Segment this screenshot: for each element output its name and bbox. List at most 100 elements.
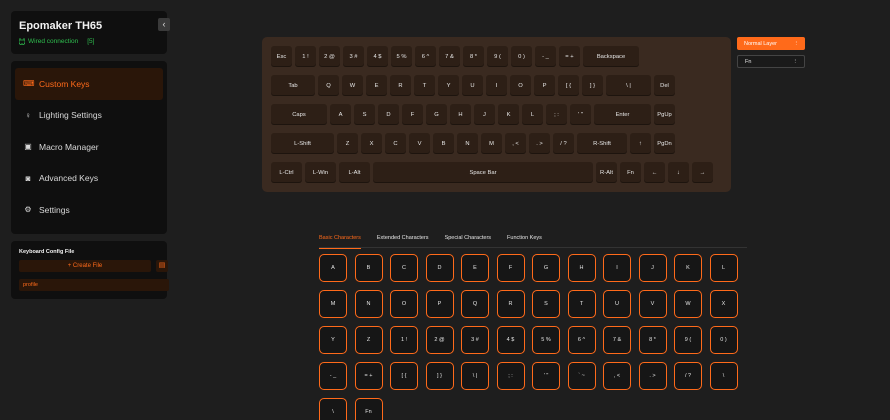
keyboard-key[interactable]: J <box>474 104 495 125</box>
collapse-sidebar-button[interactable]: ‹ <box>158 18 170 31</box>
keyboard-key[interactable]: T <box>414 75 435 96</box>
character-key[interactable]: 3 # <box>461 326 489 354</box>
sidebar-item-advanced-keys[interactable]: ◙ Advanced Keys <box>15 163 163 195</box>
keyboard-key[interactable]: - _ <box>535 46 556 67</box>
character-key[interactable]: E <box>461 254 489 282</box>
keyboard-key[interactable]: V <box>409 133 430 154</box>
character-key[interactable]: V <box>638 290 667 318</box>
keyboard-key[interactable]: 2 @ <box>319 46 340 67</box>
keyboard-key[interactable]: S <box>354 104 375 125</box>
character-key[interactable]: X <box>709 290 738 318</box>
keyboard-key[interactable]: Tab <box>271 75 315 96</box>
character-key[interactable]: H <box>567 254 596 282</box>
keyboard-key[interactable]: I <box>486 75 507 96</box>
character-key[interactable]: = + <box>354 362 383 390</box>
keyboard-key[interactable]: D <box>378 104 399 125</box>
keyboard-key[interactable]: PgUp <box>654 104 675 125</box>
character-key[interactable]: R <box>496 290 525 318</box>
keyboard-key[interactable]: , < <box>505 133 526 154</box>
file-icon-button[interactable]: ▤ <box>156 260 168 272</box>
sidebar-item-settings[interactable]: ⚙ Settings <box>15 194 163 226</box>
sidebar-item-lighting-settings[interactable]: ♀ Lighting Settings <box>15 100 163 132</box>
keyboard-key[interactable]: ' " <box>570 104 591 125</box>
character-key[interactable]: Q <box>461 290 489 318</box>
tab-basic-characters[interactable]: Basic Characters <box>319 233 361 249</box>
character-key[interactable]: S <box>532 290 560 318</box>
character-key[interactable]: / ? <box>674 362 702 390</box>
character-key[interactable]: - _ <box>319 362 347 390</box>
keyboard-key[interactable]: ↑ <box>630 133 651 154</box>
character-key[interactable]: 4 $ <box>496 326 525 354</box>
keyboard-key[interactable]: . > <box>529 133 550 154</box>
more-vertical-icon[interactable]: ⋮ <box>793 59 799 65</box>
keyboard-key[interactable]: / ? <box>553 133 574 154</box>
keyboard-key[interactable]: 7 & <box>439 46 460 67</box>
keyboard-key[interactable]: R <box>390 75 411 96</box>
character-key[interactable]: G <box>532 254 560 282</box>
keyboard-key[interactable]: W <box>342 75 363 96</box>
keyboard-key[interactable]: X <box>361 133 382 154</box>
character-key[interactable]: O <box>390 290 418 318</box>
character-key[interactable]: U <box>603 290 631 318</box>
keyboard-key[interactable]: ↓ <box>668 162 689 183</box>
keyboard-key[interactable]: N <box>457 133 478 154</box>
keyboard-key[interactable]: F <box>402 104 423 125</box>
keyboard-key[interactable]: ← <box>644 162 665 183</box>
sidebar-item-custom-keys[interactable]: ⌨ Custom Keys <box>15 68 163 100</box>
character-key[interactable]: \ | <box>461 362 489 390</box>
keyboard-key[interactable]: M <box>481 133 502 154</box>
character-key[interactable]: W <box>674 290 702 318</box>
character-key[interactable]: 5 % <box>532 326 560 354</box>
tab-function-keys[interactable]: Function Keys <box>507 233 542 248</box>
keyboard-key[interactable]: Esc <box>271 46 292 67</box>
keyboard-key[interactable]: H <box>450 104 471 125</box>
keyboard-key[interactable]: 1 ! <box>295 46 316 67</box>
keyboard-key[interactable]: Backspace <box>583 46 639 67</box>
character-key[interactable]: B <box>354 254 383 282</box>
layer-item-fn[interactable]: Fn ⋮ <box>737 55 805 68</box>
character-key[interactable]: T <box>567 290 596 318</box>
character-key[interactable]: ` ~ <box>567 362 596 390</box>
character-key[interactable]: . > <box>638 362 667 390</box>
layer-item-normal[interactable]: Normal Layer ⋮ <box>737 37 805 50</box>
sidebar-item-macro-manager[interactable]: ▣ Macro Manager <box>15 131 163 163</box>
keyboard-key[interactable]: R-Shift <box>577 133 627 154</box>
character-key[interactable]: , < <box>603 362 631 390</box>
character-key[interactable]: Y <box>319 326 347 354</box>
keyboard-key[interactable]: 4 $ <box>367 46 388 67</box>
character-key[interactable]: 2 @ <box>425 326 454 354</box>
keyboard-key[interactable]: L-Ctrl <box>271 162 302 183</box>
tab-special-characters[interactable]: Special Characters <box>445 233 491 248</box>
keyboard-key[interactable]: C <box>385 133 406 154</box>
character-key[interactable]: ] } <box>425 362 454 390</box>
character-key[interactable]: I <box>603 254 631 282</box>
character-key[interactable]: A <box>319 254 347 282</box>
character-key[interactable]: K <box>674 254 702 282</box>
keyboard-key[interactable]: R-Alt <box>596 162 617 183</box>
keyboard-key[interactable]: Del <box>654 75 675 96</box>
keyboard-key[interactable]: P <box>534 75 555 96</box>
character-key[interactable]: N <box>354 290 383 318</box>
character-key[interactable]: J <box>638 254 667 282</box>
keyboard-key[interactable]: → <box>692 162 713 183</box>
keyboard-key[interactable]: ] } <box>582 75 603 96</box>
keyboard-key[interactable]: A <box>330 104 351 125</box>
keyboard-key[interactable]: 9 ( <box>487 46 508 67</box>
keyboard-key[interactable]: Y <box>438 75 459 96</box>
character-key[interactable]: C <box>390 254 418 282</box>
keyboard-key[interactable]: L-Win <box>305 162 336 183</box>
character-key[interactable]: 0 ) <box>709 326 738 354</box>
keyboard-key[interactable]: 3 # <box>343 46 364 67</box>
character-key[interactable]: 9 ( <box>674 326 702 354</box>
more-vertical-icon[interactable]: ⋮ <box>794 41 800 47</box>
keyboard-key[interactable]: Fn <box>620 162 641 183</box>
keyboard-key[interactable]: L-Shift <box>271 133 334 154</box>
character-key[interactable]: P <box>425 290 454 318</box>
keyboard-key[interactable]: \ | <box>606 75 651 96</box>
character-key[interactable]: L <box>709 254 738 282</box>
keyboard-key[interactable]: 8 * <box>463 46 484 67</box>
keyboard-key[interactable]: = + <box>559 46 580 67</box>
keyboard-key[interactable]: ; : <box>546 104 567 125</box>
character-key[interactable]: [ { <box>390 362 418 390</box>
character-key[interactable]: Fn <box>354 398 383 420</box>
